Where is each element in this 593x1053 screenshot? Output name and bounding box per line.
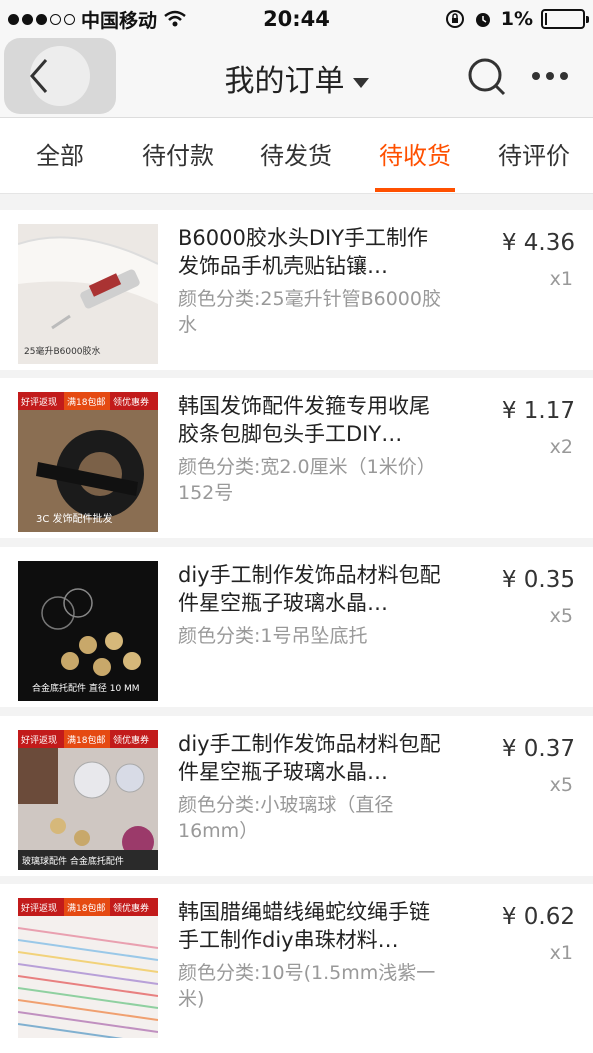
review-cashback-badge: 好评返现 — [21, 734, 57, 746]
product-thumbnail: 25毫升B6000胶水 — [18, 224, 158, 364]
free-shipping-badge: 满18包邮 — [67, 902, 105, 914]
product-price: ¥ 0.37 — [501, 736, 575, 762]
order-status-tabs: 全部 待付款 待发货 待收货 待评价 — [0, 118, 593, 194]
product-quantity: x5 — [549, 774, 573, 796]
free-shipping-badge: 满18包邮 — [67, 734, 105, 746]
more-options-icon[interactable] — [532, 68, 572, 84]
product-price: ¥ 1.17 — [501, 398, 575, 424]
tab-pending-receipt[interactable]: 待收货 — [375, 118, 455, 194]
coupon-badge: 领优惠券 — [113, 734, 149, 746]
alarm-icon — [475, 13, 490, 27]
product-title: diy手工制作发饰品材料包配件星空瓶子玻璃水晶… — [178, 732, 441, 784]
product-thumbnail: 合金底托配件 直径 10 MM — [18, 561, 158, 701]
product-price: ¥ 0.62 — [501, 904, 575, 930]
order-item[interactable]: 好评返现 满18包邮 领优惠券 3C 发饰配件批发 韩国发饰配件发箍专用收尾胶条… — [0, 378, 593, 538]
product-title: B6000胶水头DIY手工制作发饰品手机壳贴钻镶… — [178, 226, 429, 278]
product-quantity: x1 — [549, 268, 573, 290]
order-item[interactable]: 合金底托配件 直径 10 MM diy手工制作发饰品材料包配件星空瓶子玻璃水晶…… — [0, 547, 593, 707]
rotation-lock-icon — [445, 10, 464, 28]
product-quantity: x2 — [549, 436, 573, 458]
product-title: diy手工制作发饰品材料包配件星空瓶子玻璃水晶… — [178, 563, 441, 615]
thumbnail-caption: 3C 发饰配件批发 — [36, 512, 113, 525]
navigation-bar: 我的订单 — [0, 38, 593, 118]
product-title: 韩国发饰配件发箍专用收尾胶条包脚包头手工DIY… — [178, 394, 430, 446]
product-quantity: x5 — [549, 605, 573, 627]
order-item[interactable]: 25毫升B6000胶水 B6000胶水头DIY手工制作发饰品手机壳贴钻镶… 颜色… — [0, 210, 593, 370]
review-cashback-badge: 好评返现 — [21, 902, 57, 914]
caret-down-icon — [352, 77, 369, 88]
coupon-badge: 领优惠券 — [113, 396, 149, 408]
product-thumbnail: 好评返现 满18包邮 领优惠券 3C 发饰配件批发 — [18, 392, 158, 532]
battery-percent: 1% — [500, 8, 533, 30]
thumbnail-caption: 25毫升B6000胶水 — [24, 345, 101, 357]
tab-pending-review[interactable]: 待评价 — [494, 118, 574, 194]
product-price: ¥ 4.36 — [501, 230, 575, 256]
review-cashback-badge: 好评返现 — [21, 396, 57, 408]
product-sku: 颜色分类:宽2.0厘米（1米价） 152号 — [178, 456, 436, 504]
order-item[interactable]: 好评返现 满18包邮 领优惠券 玻璃球配件 合金底托配件 diy手工制作发饰品材… — [0, 716, 593, 876]
tab-pending-shipment[interactable]: 待发货 — [256, 118, 336, 194]
product-thumbnail: 好评返现 满18包邮 领优惠券 玻璃球配件 合金底托配件 — [18, 730, 158, 870]
product-price: ¥ 0.35 — [501, 567, 575, 593]
product-thumbnail: 好评返现 满18包邮 领优惠券 — [18, 898, 158, 1038]
tab-all[interactable]: 全部 — [28, 118, 92, 194]
thumbnail-caption: 玻璃球配件 合金底托配件 — [22, 855, 124, 867]
battery-icon — [541, 9, 589, 29]
coupon-badge: 领优惠券 — [113, 902, 149, 914]
product-quantity: x1 — [549, 942, 573, 964]
product-sku: 颜色分类:1号吊坠底托 — [178, 625, 368, 647]
product-sku: 颜色分类:小玻璃球（直径16mm） — [178, 794, 394, 842]
thumbnail-caption: 合金底托配件 直径 10 MM — [32, 682, 140, 694]
product-title: 韩国腊绳蜡线绳蛇纹绳手链 手工制作diy串珠材料… — [178, 900, 430, 952]
free-shipping-badge: 满18包邮 — [67, 396, 105, 408]
watermark-url: shougongke.com — [232, 1025, 360, 1043]
search-icon[interactable] — [466, 56, 508, 98]
product-sku: 颜色分类:25毫升针管B6000胶水 — [178, 288, 441, 336]
tab-pending-payment[interactable]: 待付款 — [138, 118, 218, 194]
status-bar: 中国移动 20:44 1% — [0, 0, 593, 38]
